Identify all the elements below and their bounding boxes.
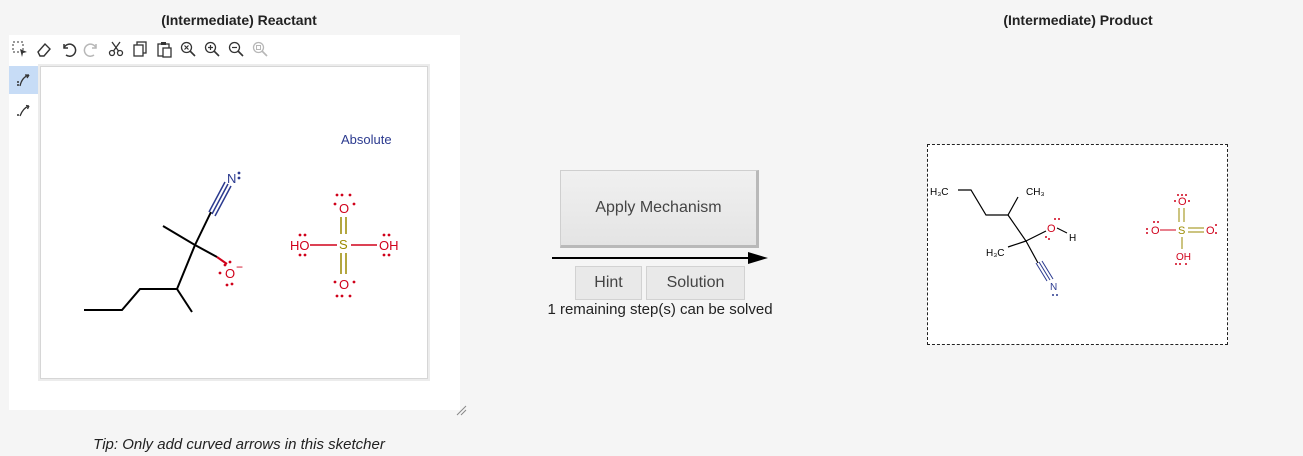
zoom-out-icon — [228, 41, 244, 57]
curved-arrow-single-icon — [17, 104, 30, 117]
eraser-button[interactable] — [33, 38, 55, 60]
carbon-skeleton — [84, 211, 218, 313]
sulfate-hydroxyl-right-label: OH — [379, 238, 399, 253]
sulfuric-acid: HO S OH O O — [290, 193, 399, 298]
alkoxide-oxygen-label: O — [225, 266, 235, 281]
cut-button[interactable] — [105, 38, 127, 60]
reactant-title: (Intermediate) Reactant — [161, 12, 317, 28]
product-ch3-top-label: CH₃ — [1026, 187, 1045, 198]
zoom-fit-icon — [252, 41, 268, 57]
zoom-reset-button[interactable] — [177, 38, 199, 60]
cut-icon — [108, 41, 124, 57]
product-sulfate-oh: OH — [1176, 252, 1191, 263]
sulfate-hydroxyl-left-label: HO — [290, 238, 310, 253]
copy-icon — [133, 41, 147, 57]
select-tool-button[interactable] — [9, 38, 31, 60]
product-hydrogen-label: H — [1069, 233, 1076, 244]
copy-button[interactable] — [129, 38, 151, 60]
zoom-reset-icon — [180, 41, 196, 57]
sulfate-oxygen-bottom-label: O — [339, 277, 349, 292]
apply-mechanism-button[interactable]: Apply Mechanism — [560, 170, 759, 248]
solution-button[interactable]: Solution — [646, 266, 745, 300]
curved-arrow-pair-tool[interactable] — [9, 66, 39, 94]
carbon-oxygen-bond — [216, 256, 228, 265]
sketcher-sidebar — [9, 66, 39, 126]
curved-arrow-pair-icon — [17, 74, 30, 87]
nitrile-triple-bond — [208, 181, 232, 217]
product-nitrile-triple-bond — [1035, 260, 1054, 282]
hint-button[interactable]: Hint — [575, 266, 642, 300]
undo-icon — [63, 43, 77, 57]
zoom-out-button[interactable] — [225, 38, 247, 60]
redo-button[interactable] — [81, 38, 103, 60]
eraser-icon — [37, 42, 51, 57]
sketcher-toolbar — [9, 35, 460, 63]
product-sulfate-o-right: O — [1206, 225, 1215, 237]
product-oxygen-label: O — [1047, 223, 1056, 235]
zoom-fit-button[interactable] — [249, 38, 271, 60]
zoom-in-button[interactable] — [201, 38, 223, 60]
product-structure: H₃C CH₃ H₃C O H N O O S O OH — [930, 187, 1217, 296]
negative-charge-label: − — [236, 260, 243, 274]
product-sulfate: O O S O OH — [1146, 194, 1217, 265]
product-nitrogen-label: N — [1050, 282, 1057, 293]
reactant-canvas[interactable]: Absolute N O − HO S OH O O — [40, 66, 428, 379]
paste-icon — [157, 42, 172, 58]
paste-button[interactable] — [153, 38, 175, 60]
select-icon — [12, 41, 27, 57]
product-title: (Intermediate) Product — [1003, 12, 1153, 28]
resize-grip-icon[interactable] — [455, 404, 467, 416]
product-sulfate-o-top: O — [1178, 196, 1187, 208]
redo-icon — [83, 43, 97, 57]
sulfate-oxygen-top-label: O — [339, 201, 349, 216]
product-sulfate-o-left: O — [1151, 225, 1160, 237]
product-sulfate-s: S — [1178, 225, 1185, 237]
remaining-steps-text: 1 remaining step(s) can be solved — [547, 301, 773, 318]
undo-button[interactable] — [57, 38, 79, 60]
reaction-arrow-icon — [552, 252, 768, 264]
reactant-sketcher[interactable]: Absolute N O − HO S OH O O — [9, 35, 460, 410]
product-ch3-mid-label: H₃C — [986, 248, 1005, 259]
nitrogen-lone-pair — [237, 171, 241, 180]
zoom-in-icon — [204, 41, 220, 57]
product-display: H₃C CH₃ H₃C O H N O O S O OH — [927, 144, 1228, 345]
nitrile-nitrogen-label: N — [227, 171, 236, 186]
sulfur-label: S — [339, 237, 348, 252]
product-ch3-top-left-label: H₃C — [930, 187, 949, 198]
sketcher-tip: Tip: Only add curved arrows in this sket… — [93, 436, 385, 453]
curved-arrow-single-tool[interactable] — [9, 96, 39, 124]
reactant-structure: N O − HO S OH O O — [84, 171, 399, 313]
